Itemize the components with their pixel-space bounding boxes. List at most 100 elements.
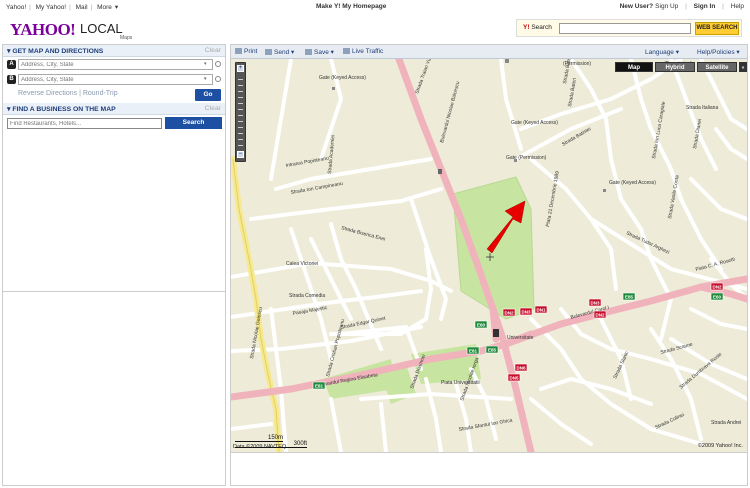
street-label-s32: Strada Bateri — [567, 78, 578, 108]
svg-text:DN3: DN3 — [521, 310, 530, 315]
calea-victoriei-road — [231, 156, 282, 452]
address-a-row: A ▾ — [3, 57, 225, 72]
poi-marker — [332, 87, 335, 90]
my-yahoo-link[interactable]: My Yahoo! — [36, 4, 66, 11]
metro-station-icon — [493, 329, 499, 337]
directions-clear-link[interactable]: Clear — [205, 47, 221, 54]
svg-text:DN5: DN5 — [509, 376, 518, 381]
road-tag-e81: E81 — [466, 346, 480, 355]
business-clear-link[interactable]: Clear — [205, 105, 221, 112]
product-name: LOCAL — [80, 21, 123, 36]
street-label-s1: Strada Traian Vuia — [414, 59, 434, 95]
header: YAHOO! LOCAL Maps Y! Search WEB SEARCH — [0, 13, 750, 43]
sign-in-link[interactable]: Sign In — [694, 3, 716, 10]
marker-a-icon: A — [7, 60, 16, 69]
road-tag-e60: E60 — [474, 320, 488, 329]
road-tag-e85: E85 — [485, 345, 499, 354]
new-user-text: New User? — [619, 3, 654, 10]
svg-text:E81: E81 — [315, 384, 324, 389]
web-search-input[interactable] — [559, 23, 691, 34]
road-tag-e85: E85 — [622, 292, 636, 301]
printer-icon — [235, 48, 242, 54]
street-label-s20: Strada Italiana — [686, 105, 718, 111]
send-button[interactable]: Send ▾ — [265, 48, 294, 56]
street-label-gate3: Gate (Permission) — [506, 155, 547, 161]
collapse-map-types-icon[interactable]: » — [739, 62, 747, 72]
street-label-gate1: Gate (Keyed Access) — [319, 75, 366, 81]
more-menu[interactable]: More — [97, 4, 112, 11]
traffic-icon — [343, 48, 350, 54]
road-tag-e60: E60 — [710, 292, 724, 301]
chevron-down-icon[interactable]: ▾ — [204, 61, 207, 67]
map-graphic[interactable]: Gate (Keyed Access) Gate (Keyed Access) Ga… — [231, 59, 747, 452]
street-label-s27: Strada Colinei — [654, 412, 685, 431]
road-tag-dn2: DN2 — [710, 282, 724, 291]
business-search-row: Search — [3, 115, 225, 133]
sign-up-link[interactable]: Sign Up — [655, 3, 678, 10]
yahoo-logo[interactable]: YAHOO! — [10, 20, 76, 40]
street-label-s28: Strada Batistei — [561, 126, 592, 147]
svg-text:DN6: DN6 — [516, 366, 525, 371]
map-type-satellite[interactable]: Satellite — [697, 62, 737, 72]
street-label-s30: Strada Andrei — [711, 420, 741, 426]
mail-link[interactable]: Mail — [76, 4, 88, 11]
map-panel: Print Send ▾ Save ▾ Live Traffic Languag… — [230, 44, 748, 486]
zoom-in-button[interactable]: + — [237, 65, 244, 72]
address-a-radio[interactable] — [215, 61, 221, 67]
road-tag-dn1: DN1 — [534, 305, 548, 314]
road-tag-dn2: DN2 — [502, 308, 516, 317]
reverse-roundtrip-links[interactable]: Reverse Directions | Round-Trip — [18, 90, 118, 97]
yahoo-y-icon: Y! — [523, 24, 530, 31]
road-tag-e81: E81 — [312, 381, 326, 390]
live-traffic-toggle[interactable]: Live Traffic — [343, 48, 383, 55]
copyright: ©2009 Yahoo! Inc. — [697, 443, 743, 449]
map-toolbar: Print Send ▾ Save ▾ Live Traffic Languag… — [231, 45, 747, 59]
map-canvas[interactable]: Gate (Keyed Access) Gate (Keyed Access) Ga… — [231, 59, 747, 452]
road-tag-dn2: DN2 — [593, 310, 607, 319]
data-credit: Data ©2009 NAVTEQ — [233, 444, 287, 450]
street-label-s13: Universitate — [507, 335, 534, 341]
svg-text:DN2: DN2 — [504, 311, 513, 316]
svg-text:E60: E60 — [713, 295, 722, 300]
directions-header[interactable]: ▾ GET MAP AND DIRECTIONS Clear — [3, 45, 225, 57]
make-homepage-link[interactable]: Make Y! My Homepage — [316, 3, 386, 10]
address-b-radio[interactable] — [215, 76, 221, 82]
save-button[interactable]: Save ▾ — [305, 48, 334, 56]
business-header[interactable]: ▾ FIND A BUSINESS ON THE MAP Clear — [3, 103, 225, 115]
business-search-button[interactable]: Search — [165, 117, 222, 129]
svg-text:E85: E85 — [625, 295, 634, 300]
svg-text:DN2: DN2 — [595, 313, 604, 318]
road-tag-dn5: DN5 — [507, 373, 521, 382]
street-label-s6: Strada Biserica Enei — [340, 225, 385, 243]
results-panel — [3, 291, 225, 483]
language-menu[interactable]: Language ▾ — [645, 48, 679, 56]
map-type-map[interactable]: Map — [615, 62, 653, 72]
road-tag-dn3: DN3 — [519, 307, 533, 316]
print-button[interactable]: Print — [235, 48, 257, 55]
svg-text:DN3: DN3 — [590, 301, 599, 306]
zoom-out-button[interactable]: − — [237, 151, 244, 158]
street-label-s33: Strada Slanic — [612, 350, 630, 380]
street-label-s29: Piata 21 Decembrie 1989 — [545, 171, 561, 228]
web-search-button[interactable]: WEB SEARCH — [695, 22, 739, 35]
chevron-down-icon[interactable]: ▾ — [204, 76, 207, 82]
help-link[interactable]: Help — [731, 3, 744, 10]
street-label-gate4: Gate (Keyed Access) — [609, 180, 656, 186]
save-icon — [305, 49, 312, 55]
yahoo-link[interactable]: Yahoo! — [6, 4, 26, 11]
poi-marker — [438, 169, 442, 174]
search-label: Y! Search — [523, 24, 552, 31]
poi-marker — [505, 59, 509, 63]
street-label-s8: Strada Comedia — [289, 293, 325, 299]
zoom-control[interactable]: + − — [235, 62, 246, 162]
map-type-hybrid[interactable]: Hybrid — [655, 62, 695, 72]
go-button[interactable]: Go — [195, 89, 221, 101]
address-b-input[interactable] — [18, 74, 213, 85]
svg-text:E60: E60 — [477, 323, 486, 328]
product-subtitle: Maps — [120, 35, 133, 41]
svg-text:E85: E85 — [488, 348, 497, 353]
help-policies-menu[interactable]: Help/Policies ▾ — [697, 48, 740, 56]
address-a-input[interactable] — [18, 59, 213, 70]
street-label-s2: Bulevardul Nicolae Balcescu — [439, 81, 461, 144]
business-search-input[interactable] — [7, 118, 162, 129]
